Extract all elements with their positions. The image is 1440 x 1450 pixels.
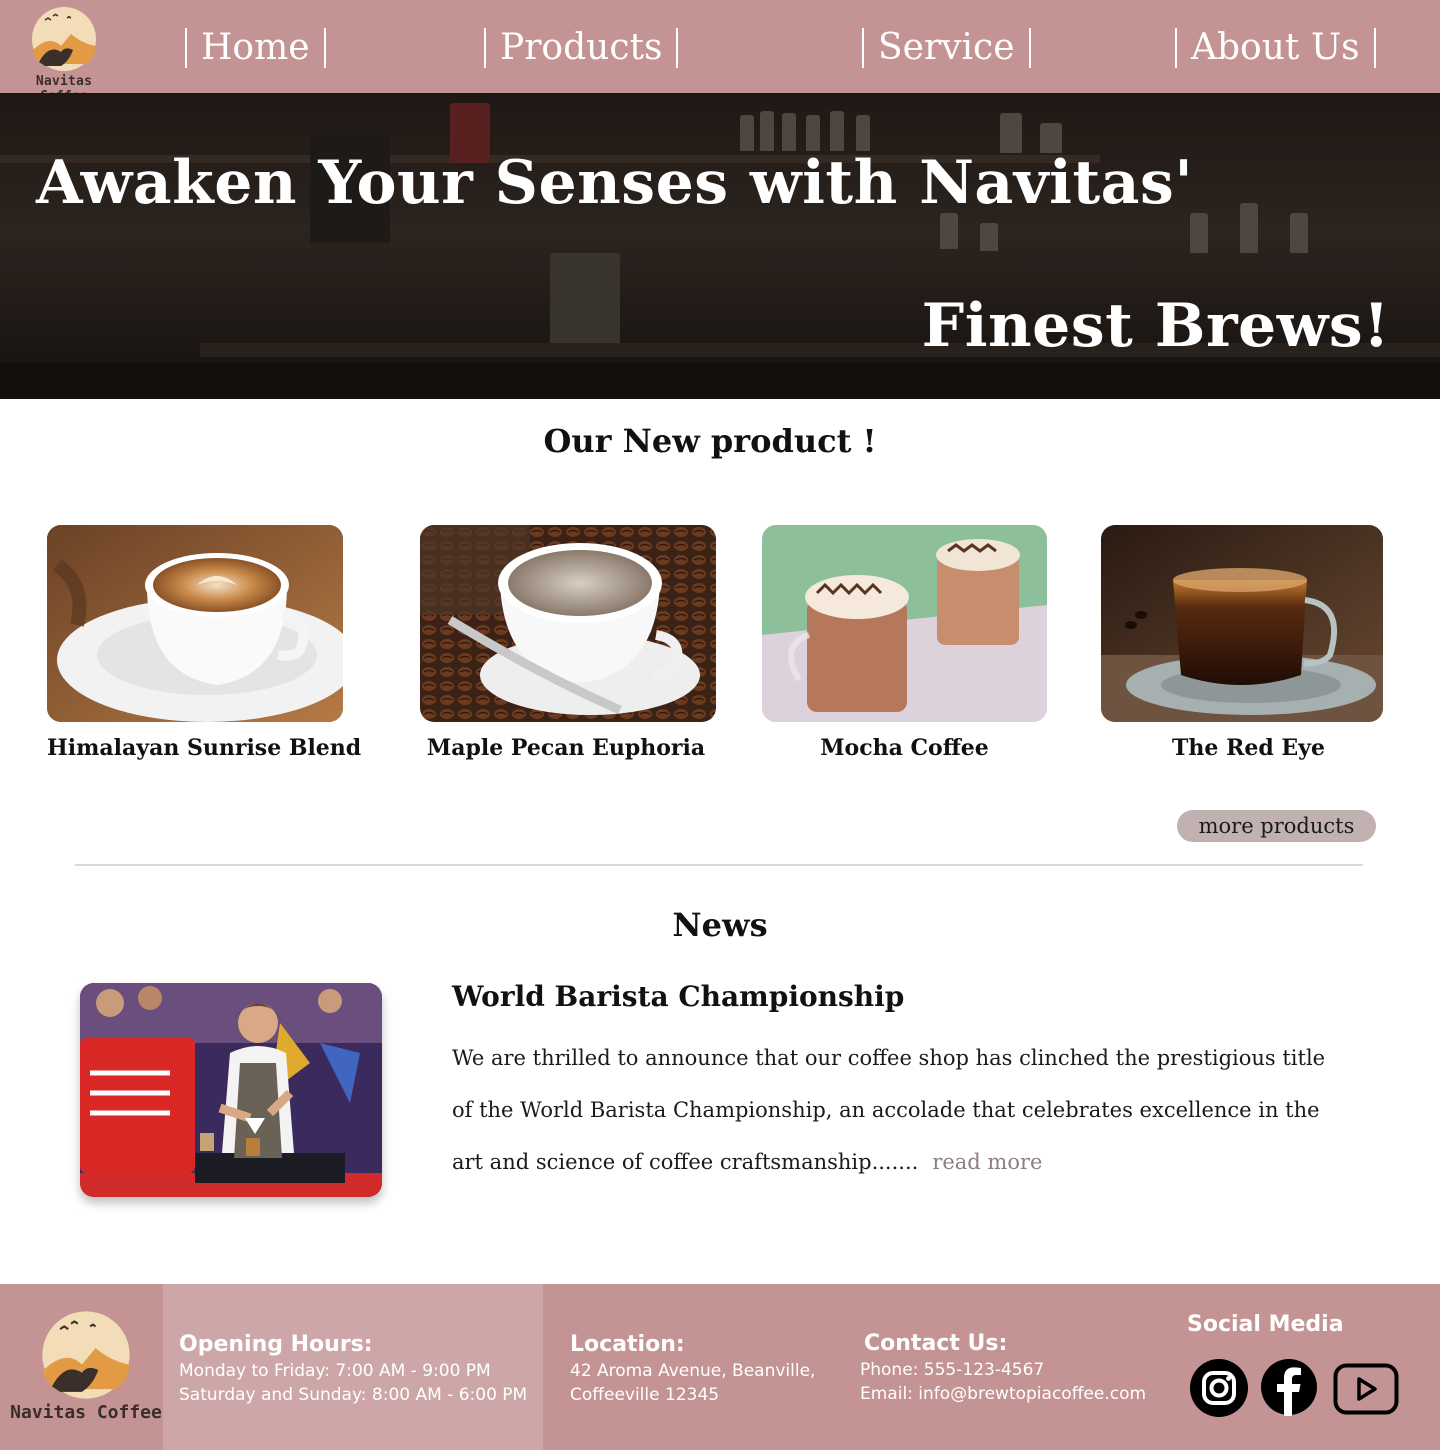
contact: Contact Us: Phone: 555-123-4567 Email: i… xyxy=(860,1331,1146,1406)
news-headline[interactable]: World Barista Championship xyxy=(452,980,904,1013)
news-body: We are thrilled to announce that our cof… xyxy=(452,1032,1352,1188)
hero-headline-line2: Finest Brews! xyxy=(921,291,1390,361)
opening-hours-weekday: Monday to Friday: 7:00 AM - 9:00 PM xyxy=(179,1361,491,1381)
location-line2: Coffeeville 12345 xyxy=(570,1385,720,1405)
contact-email[interactable]: Email: info@brewtopiacoffee.com xyxy=(860,1382,1146,1406)
mountain-logo-icon xyxy=(42,1311,130,1399)
news-image-barista[interactable] xyxy=(80,983,382,1197)
product-name-1[interactable]: Himalayan Sunrise Blend xyxy=(47,735,361,761)
opening-hours: Opening Hours: Monday to Friday: 7:00 AM… xyxy=(179,1332,527,1407)
product-image-red-eye[interactable] xyxy=(1101,525,1383,722)
site-footer: Navitas Coffee Opening Hours: Monday to … xyxy=(0,1284,1440,1450)
facebook-icon[interactable] xyxy=(1260,1358,1318,1420)
hero-banner: Awaken Your Senses with Navitas' Finest … xyxy=(0,93,1440,399)
location: Location: 42 Aroma Avenue, Beanville, Co… xyxy=(570,1332,815,1407)
more-products-button[interactable]: more products xyxy=(1177,810,1376,842)
product-name-2[interactable]: Maple Pecan Euphoria xyxy=(420,735,712,761)
mocha-glasses-image xyxy=(762,525,1047,722)
contact-phone[interactable]: Phone: 555-123-4567 xyxy=(860,1358,1146,1382)
news-body-text: We are thrilled to announce that our cof… xyxy=(452,1046,1326,1174)
top-nav: Navitas Coffee Home Products Service Abo… xyxy=(0,0,1440,104)
instagram-icon[interactable] xyxy=(1189,1358,1249,1422)
news-section-title: News xyxy=(672,906,768,944)
read-more-link[interactable]: read more xyxy=(932,1150,1042,1174)
footer-logo[interactable]: Navitas Coffee xyxy=(10,1310,162,1423)
nav-home[interactable]: Home xyxy=(185,28,326,68)
coffee-beans-cup-image xyxy=(420,525,716,722)
latte-cup-image xyxy=(47,525,343,722)
opening-hours-weekend: Saturday and Sunday: 8:00 AM - 6:00 PM xyxy=(179,1385,528,1405)
nav-service[interactable]: Service xyxy=(862,28,1031,68)
espresso-glass-image xyxy=(1101,525,1383,722)
product-image-mocha[interactable] xyxy=(762,525,1047,722)
contact-heading: Contact Us: xyxy=(864,1331,1008,1356)
nav-products[interactable]: Products xyxy=(484,28,679,68)
mountain-logo-icon xyxy=(32,7,96,71)
social-media-heading: Social Media xyxy=(1187,1312,1344,1337)
footer-brand-name: Navitas Coffee xyxy=(10,1402,162,1423)
nav-about-us[interactable]: About Us xyxy=(1175,28,1376,68)
product-name-3[interactable]: Mocha Coffee xyxy=(762,735,1047,761)
barista-photo-image xyxy=(80,983,382,1197)
product-name-4[interactable]: The Red Eye xyxy=(1101,735,1396,761)
product-image-maple-pecan[interactable] xyxy=(420,525,716,722)
youtube-icon[interactable] xyxy=(1333,1363,1399,1419)
product-image-himalayan-sunrise[interactable] xyxy=(47,525,343,722)
location-line1: 42 Aroma Avenue, Beanville, xyxy=(570,1361,816,1381)
opening-hours-heading: Opening Hours: xyxy=(179,1332,373,1357)
brand-logo[interactable]: Navitas Coffee xyxy=(10,6,118,104)
hero-headline-line1: Awaken Your Senses with Navitas' xyxy=(36,148,1194,218)
section-divider xyxy=(75,864,1363,866)
products-section-title: Our New product ! xyxy=(543,422,877,460)
location-heading: Location: xyxy=(570,1332,685,1357)
